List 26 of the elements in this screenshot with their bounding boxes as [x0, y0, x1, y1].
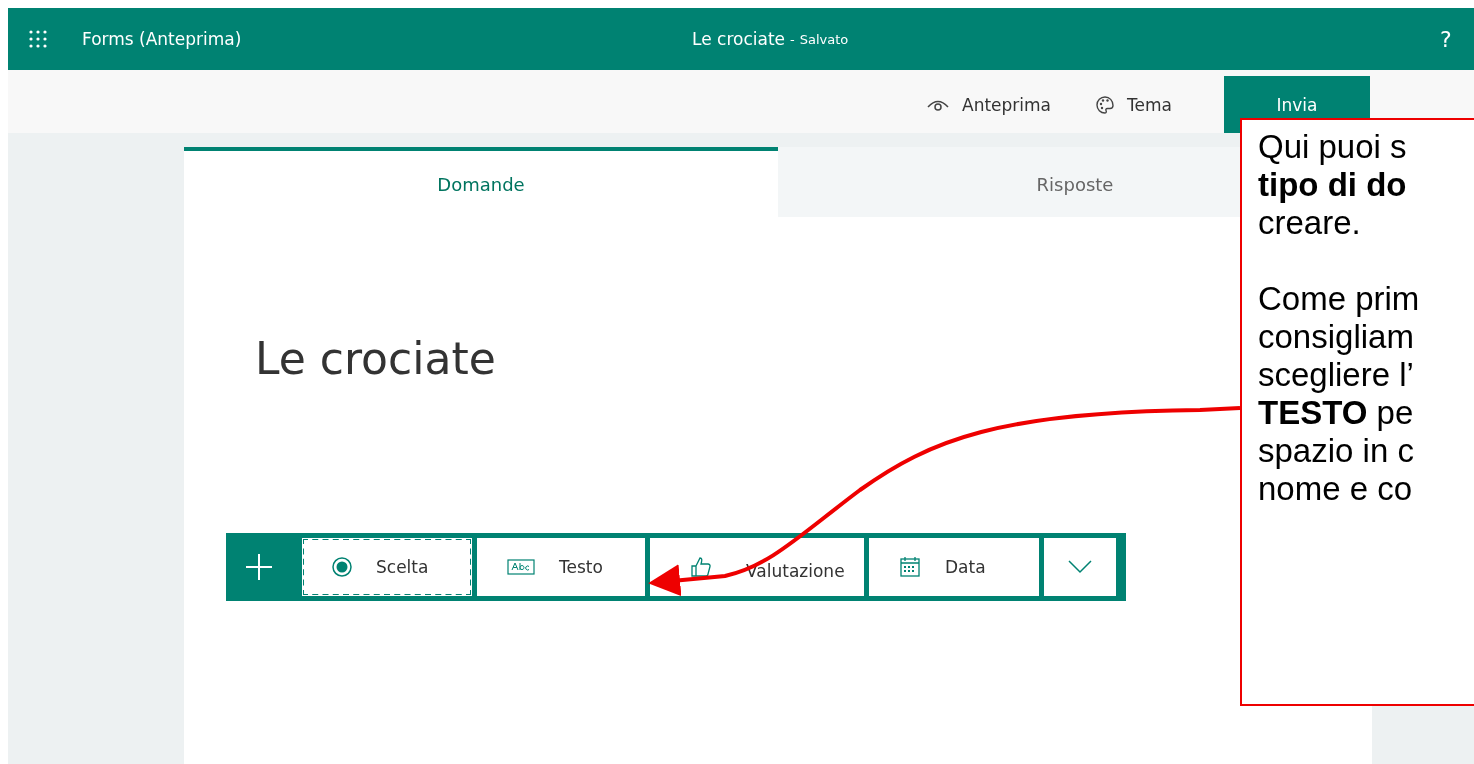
- theme-button[interactable]: Tema: [1127, 94, 1172, 115]
- callout-text: Come prim: [1258, 280, 1421, 318]
- plus-icon[interactable]: [244, 552, 274, 582]
- form-title-heading: Le crociate: [255, 332, 496, 386]
- help-button[interactable]: ?: [1440, 26, 1452, 52]
- form-title: Le crociate: [692, 29, 785, 49]
- chevron-down-icon: [1068, 560, 1092, 574]
- choice-question-button[interactable]: Scelta: [302, 538, 472, 596]
- date-question-button[interactable]: Data: [869, 538, 1039, 596]
- callout-text: spazio in c: [1258, 432, 1415, 470]
- callout-text: consigliam: [1258, 318, 1415, 356]
- text-field-icon: [507, 559, 535, 575]
- callout-text: scegliere l’: [1258, 356, 1415, 394]
- palette-icon: [1095, 94, 1115, 115]
- separator: -: [790, 31, 795, 47]
- text-question-button[interactable]: Testo: [477, 538, 645, 596]
- rating-question-button[interactable]: Valutazione: [650, 538, 864, 596]
- thumbs-up-icon: [690, 556, 712, 578]
- app-name: Forms (Anteprima): [82, 29, 242, 49]
- save-status: Salvato: [799, 31, 849, 47]
- callout-text: TESTO pe: [1258, 394, 1415, 432]
- app-launcher-icon[interactable]: [28, 29, 48, 49]
- callout-text: nome e co: [1258, 470, 1414, 508]
- calendar-icon: [899, 556, 921, 578]
- preview-button[interactable]: Anteprima: [962, 94, 1051, 115]
- radio-icon: [332, 557, 352, 577]
